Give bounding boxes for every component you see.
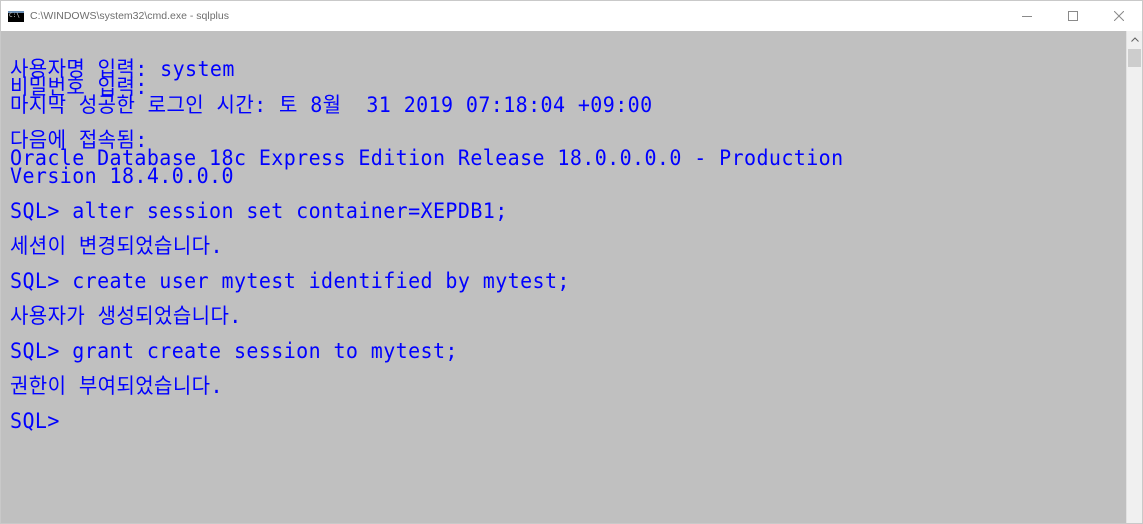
console-output-line: 세션이 변경되었습니다. — [10, 232, 223, 259]
console-command-line: SQL> grant create session to mytest; — [10, 337, 458, 364]
minimize-button[interactable] — [1004, 1, 1050, 31]
chevron-up-icon — [1130, 37, 1139, 42]
cmd-window: C:\WINDOWS\system32\cmd.exe - sqlplus 사용… — [0, 0, 1143, 524]
console-output-line: 사용자가 생성되었습니다. — [10, 302, 242, 329]
console-command-line: SQL> — [10, 407, 60, 434]
maximize-icon — [1068, 11, 1078, 21]
close-button[interactable] — [1096, 1, 1142, 31]
minimize-icon — [1022, 16, 1032, 17]
cmd-console-icon[interactable] — [8, 10, 24, 22]
window-controls — [1004, 1, 1142, 31]
close-icon — [1114, 11, 1124, 21]
console-output-line: 마지막 성공한 로그인 시간: 토 8월 31 2019 07:18:04 +0… — [10, 91, 653, 118]
scroll-thumb[interactable] — [1128, 49, 1141, 67]
console-command-line: SQL> alter session set container=XEPDB1; — [10, 197, 508, 224]
window-title: C:\WINDOWS\system32\cmd.exe - sqlplus — [30, 10, 229, 22]
console-output-line: 사용자명 입력: system — [10, 55, 235, 82]
console-command-line: SQL> create user mytest identified by my… — [10, 267, 570, 294]
maximize-button[interactable] — [1050, 1, 1096, 31]
console-output-line: Version 18.4.0.0.0 — [10, 162, 234, 189]
console-output[interactable]: 사용자명 입력: system 비밀번호 입력: 마지막 성공한 로그인 시간: 토… — [1, 31, 1127, 523]
vertical-scrollbar[interactable] — [1126, 31, 1142, 523]
console-output-line: 권한이 부여되었습니다. — [10, 372, 223, 399]
scroll-up-button[interactable] — [1127, 31, 1142, 48]
title-bar[interactable]: C:\WINDOWS\system32\cmd.exe - sqlplus — [1, 1, 1142, 31]
